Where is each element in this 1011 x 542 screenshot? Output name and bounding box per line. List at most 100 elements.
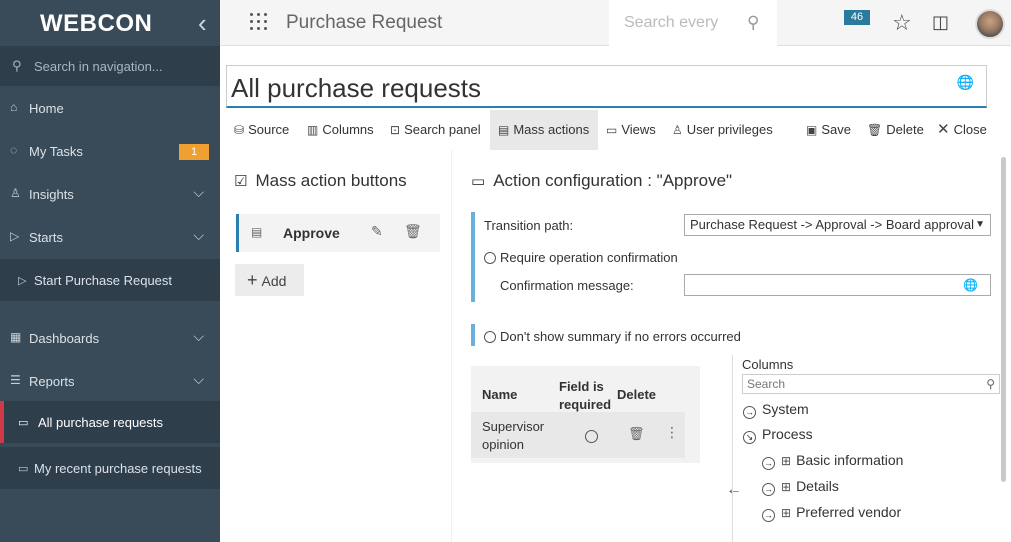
edit-icon[interactable]: ✎ xyxy=(371,223,383,240)
search-icon[interactable]: ⚲ xyxy=(747,13,759,33)
sidebar-item-label: Reports xyxy=(29,374,75,389)
user-privileges-button[interactable]: ♙ User privileges xyxy=(672,110,773,150)
add-button[interactable]: + Add xyxy=(235,264,304,296)
collapse-sidebar-icon[interactable]: ‹ xyxy=(198,8,207,39)
sidebar-item-my-recent-purchase-requests[interactable]: ▭ My recent purchase requests xyxy=(0,447,220,489)
expand-icon[interactable]: → xyxy=(762,509,775,522)
tree-item-basic-information[interactable]: → ⊞ Basic information xyxy=(762,452,903,470)
field-name: Supervisor opinion xyxy=(482,419,545,452)
more-options-icon[interactable]: ⋮ xyxy=(665,424,679,441)
mass-action-item-approve[interactable]: ▤ Approve ✎ 🗑 xyxy=(236,214,440,252)
columns-search-placeholder: Search xyxy=(747,377,786,391)
search-icon[interactable]: ⚲ xyxy=(986,375,995,393)
notification-count: 46 xyxy=(844,10,870,25)
config-group-marker xyxy=(471,324,475,346)
expand-icon[interactable]: → xyxy=(743,406,756,419)
columns-search-input[interactable]: Search ⚲ xyxy=(742,374,1000,394)
global-search[interactable]: Search every ⚲ xyxy=(609,0,777,46)
mass-action-label: Approve xyxy=(283,225,340,241)
transition-path-select[interactable]: Purchase Request -> Approval -> Board ap… xyxy=(684,214,991,236)
report-title-field[interactable]: All purchase requests 🌐 xyxy=(226,65,987,108)
app-title[interactable]: Purchase Request xyxy=(286,12,442,34)
action-configuration-header: ▭ Action configuration : "Approve" xyxy=(471,171,732,191)
search-panel-label: Search panel xyxy=(404,122,481,137)
sidebar-item-reports[interactable]: ☰ Reports ⌵ xyxy=(0,359,220,402)
source-button[interactable]: ⛁ Source xyxy=(234,110,289,150)
favorites-star-icon[interactable]: ☆ xyxy=(892,10,912,36)
translate-icon[interactable]: 🌐 xyxy=(963,278,978,292)
translate-icon[interactable]: 🌐 xyxy=(957,74,974,91)
tree-item-process[interactable]: ↘ Process xyxy=(743,426,813,444)
views-button[interactable]: ▭ Views xyxy=(606,110,656,150)
sidebar-item-label: Dashboards xyxy=(29,331,100,346)
collapse-icon[interactable]: ↘ xyxy=(743,431,756,444)
expand-icon[interactable]: → xyxy=(762,457,775,470)
nav-search[interactable]: ⚲ Search in navigation... xyxy=(0,46,220,86)
tree-label: Details xyxy=(796,478,839,494)
trash-icon[interactable]: 🗑 xyxy=(628,426,645,442)
chevron-down-icon[interactable]: ⌵ xyxy=(193,371,204,388)
global-search-input[interactable]: Search every xyxy=(624,14,718,32)
close-button[interactable]: ✕ Close xyxy=(937,110,987,150)
chevron-down-icon[interactable]: ⌵ xyxy=(193,227,204,244)
table-icon: ⊞ xyxy=(781,480,792,494)
sidebar-item-insights[interactable]: ♙ Insights ⌵ xyxy=(0,172,220,215)
tree-label: System xyxy=(762,401,809,417)
columns-button[interactable]: ▥ Columns xyxy=(307,110,374,150)
config-group-marker xyxy=(471,212,475,302)
layout-edit-icon[interactable]: ◫ xyxy=(932,12,949,33)
radio-icon[interactable] xyxy=(484,331,496,343)
report-title[interactable]: All purchase requests xyxy=(231,73,481,104)
confirmation-message-input[interactable]: 🌐 xyxy=(684,274,991,296)
nav-search-input[interactable]: Search in navigation... xyxy=(34,59,163,74)
expand-icon[interactable]: → xyxy=(762,483,775,496)
require-confirmation-radio[interactable]: Require operation confirmation xyxy=(484,250,678,265)
radio-icon[interactable] xyxy=(484,252,496,264)
logo-bar: WEBCON ‹ xyxy=(0,0,220,46)
user-avatar[interactable] xyxy=(975,9,1005,39)
delete-button[interactable]: 🗑 Delete xyxy=(867,110,924,150)
delete-label: Delete xyxy=(886,122,924,137)
required-radio[interactable] xyxy=(585,430,598,443)
sidebar-item-label: My Tasks xyxy=(29,144,83,159)
tree-label: Preferred vendor xyxy=(796,504,902,520)
sidebar-item-dashboards[interactable]: ▦ Dashboards ⌵ xyxy=(0,316,220,359)
sidebar-item-start-purchase-request[interactable]: ▷ Start Purchase Request xyxy=(0,259,220,301)
columns-panel-title: Columns xyxy=(742,357,794,372)
no-summary-radio[interactable]: Don't show summary if no errors occurred xyxy=(484,329,741,344)
sidebar-item-label: My recent purchase requests xyxy=(34,461,202,476)
tree-item-system[interactable]: → System xyxy=(743,401,809,419)
fields-table: Name Field is required Delete Supervisor… xyxy=(471,366,700,463)
sidebar-item-starts[interactable]: ▷ Starts ⌵ xyxy=(0,215,220,258)
chevron-down-icon[interactable]: ⌵ xyxy=(193,184,204,201)
tasks-badge: 1 xyxy=(179,144,209,160)
reports-icon: ☰ xyxy=(10,373,21,387)
sidebar-item-label: Start Purchase Request xyxy=(34,273,173,288)
table-row[interactable]: Supervisor opinion 🗑 ⋮ xyxy=(471,412,685,458)
source-label: Source xyxy=(248,122,290,137)
require-confirmation-label: Require operation confirmation xyxy=(500,250,678,265)
confirmation-message-label: Confirmation message: xyxy=(500,278,634,293)
close-icon: ✕ xyxy=(937,121,950,138)
search-panel-button[interactable]: ⊡ Search panel xyxy=(390,110,481,150)
sidebar-item-label: All purchase requests xyxy=(38,415,164,430)
webcon-logo[interactable]: WEBCON xyxy=(40,10,152,38)
transition-path-label: Transition path: xyxy=(484,218,574,233)
chevron-down-icon[interactable]: ⌵ xyxy=(193,328,204,345)
notifications[interactable]: 46 xyxy=(844,10,874,36)
trash-icon[interactable]: 🗑 xyxy=(404,223,422,240)
column-header-required: Field is required xyxy=(559,379,612,412)
scrollbar[interactable] xyxy=(1001,157,1006,482)
views-icon: ▭ xyxy=(606,123,618,137)
save-button[interactable]: ▣ Save xyxy=(806,110,851,150)
sidebar-item-label: Home xyxy=(29,101,64,116)
header-label: Action configuration : "Approve" xyxy=(493,171,733,190)
save-icon: ▣ xyxy=(806,123,818,137)
sidebar-item-all-purchase-requests[interactable]: ▭ All purchase requests xyxy=(0,401,220,443)
sidebar-item-home[interactable]: ⌂ Home xyxy=(0,86,220,129)
tree-item-preferred-vendor[interactable]: → ⊞ Preferred vendor xyxy=(762,504,901,522)
mass-actions-button[interactable]: ▤ Mass actions xyxy=(490,110,598,150)
dashboard-icon: ▦ xyxy=(10,330,22,344)
tree-item-details[interactable]: → ⊞ Details xyxy=(762,478,839,496)
app-launcher-icon[interactable] xyxy=(250,13,270,33)
